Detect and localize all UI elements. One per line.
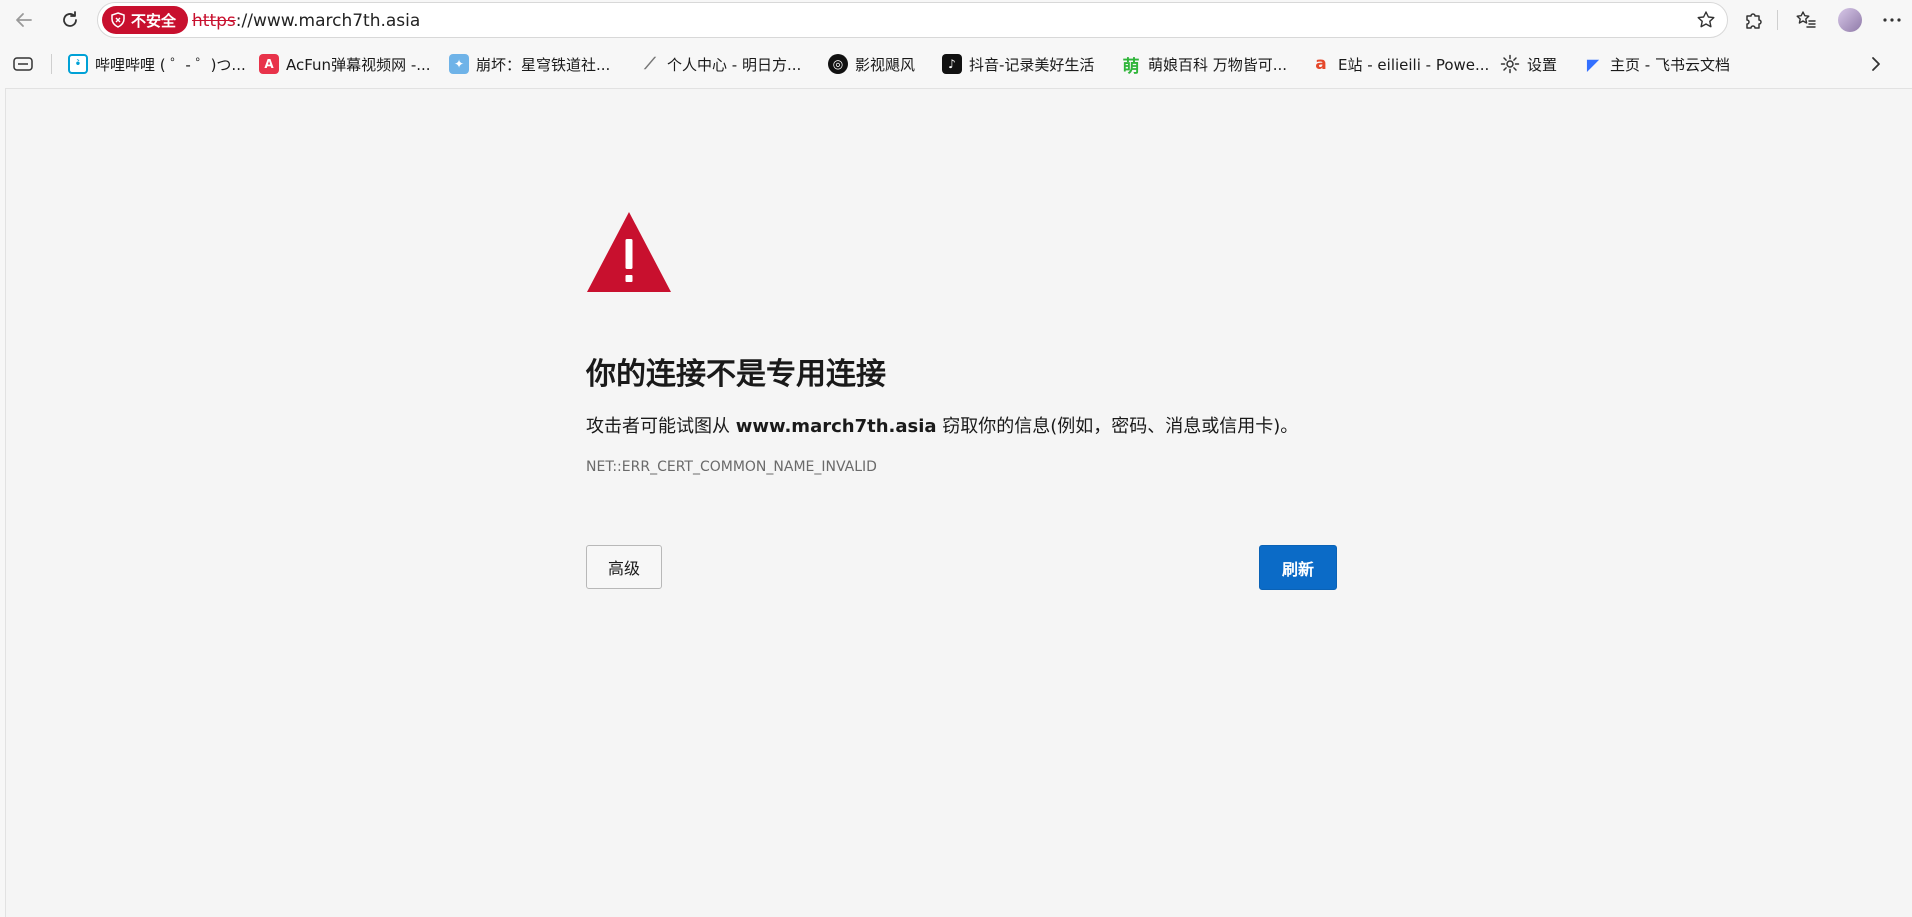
- gear-icon: [1500, 54, 1520, 74]
- error-code: NET::ERR_CERT_COMMON_NAME_INVALID: [586, 459, 877, 475]
- bookmark-settings[interactable]: 设置: [1500, 51, 1557, 77]
- desc-host: www.march7th.asia: [735, 416, 937, 437]
- avatar: [1838, 8, 1862, 32]
- extensions-button[interactable]: [1738, 5, 1770, 35]
- honkai-icon: ✦: [449, 54, 469, 74]
- acfun-icon: A: [259, 54, 279, 74]
- warning-triangle-icon: [587, 212, 671, 292]
- desc-prefix: 攻击者可能试图从: [586, 416, 736, 437]
- douyin-icon: ♪: [942, 54, 962, 74]
- star-icon: [1697, 11, 1715, 28]
- bookmark-label: 个人中心 - 明日方...: [667, 55, 802, 74]
- feishu-icon: ◤: [1586, 54, 1600, 74]
- bookmark-mediastorm[interactable]: ◎ 影视飓风: [828, 51, 915, 77]
- error-description: 攻击者可能试图从 www.march7th.asia 窃取你的信息(例如，密码、…: [586, 412, 1298, 438]
- bookmark-label: 影视飓风: [855, 55, 916, 74]
- bookmark-label: 萌娘百科 万物皆可...: [1148, 55, 1288, 74]
- toolbar-divider: [1777, 10, 1778, 30]
- shield-warning-icon: [111, 12, 125, 28]
- error-page: 你的连接不是专用连接 攻击者可能试图从 www.march7th.asia 窃取…: [5, 88, 1912, 917]
- mediastorm-icon: ◎: [828, 54, 848, 74]
- bookmark-label: E站 - eilieili - Powe...: [1338, 55, 1490, 74]
- bookmark-moegirl[interactable]: 萌 萌娘百科 万物皆可...: [1121, 51, 1288, 77]
- refresh-button[interactable]: 刷新: [1259, 545, 1337, 590]
- bilibili-icon: •̀: [68, 54, 88, 74]
- bookmarks-divider: [51, 54, 52, 74]
- reload-button[interactable]: [54, 5, 86, 35]
- bookmarks-bar: •̀ 哔哩哔哩 ( ゜- ゜)つ... A AcFun弹幕视频网 -... ✦ …: [0, 45, 1912, 83]
- bookmark-douyin[interactable]: ♪ 抖音-记录美好生活: [942, 51, 1094, 77]
- moegirl-icon: 萌: [1122, 56, 1140, 77]
- browser-toolbar: 不安全 https://www.march7th.asia: [0, 0, 1912, 40]
- back-arrow-icon: [16, 13, 32, 27]
- address-bar[interactable]: 不安全 https://www.march7th.asia: [97, 2, 1728, 38]
- favorites-button[interactable]: [1790, 5, 1822, 35]
- bookmark-label: 设置: [1527, 55, 1558, 74]
- url-host: ://www.march7th.asia: [235, 11, 421, 31]
- estation-icon: a: [1315, 54, 1327, 74]
- advanced-button[interactable]: 高级: [586, 545, 662, 589]
- url-scheme: https: [192, 11, 236, 31]
- bookmark-label: 哔哩哔哩 ( ゜- ゜)つ...: [95, 55, 246, 74]
- bookmark-acfun[interactable]: A AcFun弹幕视频网 -...: [259, 51, 431, 77]
- tab-actions-icon: [13, 57, 33, 71]
- profile-button[interactable]: [1834, 5, 1866, 35]
- bookmark-label: 抖音-记录美好生活: [969, 55, 1095, 74]
- bookmark-estation[interactable]: a E站 - eilieili - Powe...: [1311, 51, 1489, 77]
- bookmark-label: 崩坏：星穹铁道社...: [476, 55, 611, 74]
- bookmark-arknights[interactable]: ⟋ 个人中心 - 明日方...: [640, 51, 801, 77]
- url-text[interactable]: https://www.march7th.asia: [192, 11, 420, 31]
- chevron-right-icon: [1872, 57, 1880, 71]
- more-dots-icon: [1883, 18, 1901, 22]
- back-button[interactable]: [8, 5, 40, 35]
- bookmark-bilibili[interactable]: •̀ 哔哩哔哩 ( ゜- ゜)つ...: [68, 51, 246, 77]
- reload-icon: [63, 11, 77, 27]
- bookmarks-overflow-button[interactable]: [1866, 51, 1886, 77]
- bookmark-honkai[interactable]: ✦ 崩坏：星穹铁道社...: [449, 51, 610, 77]
- bookmark-feishu[interactable]: ◤ 主页 - 飞书云文档: [1583, 51, 1730, 77]
- page-title: 你的连接不是专用连接: [586, 357, 886, 392]
- not-secure-label: 不安全: [131, 11, 177, 30]
- favorites-list-icon: [1796, 11, 1816, 28]
- bookmark-label: AcFun弹幕视频网 -...: [286, 55, 431, 74]
- favorite-star-button[interactable]: [1693, 7, 1719, 33]
- more-menu-button[interactable]: [1876, 5, 1908, 35]
- arknights-icon: ⟋: [644, 54, 656, 73]
- bookmark-label: 主页 - 飞书云文档: [1610, 55, 1730, 74]
- not-secure-badge[interactable]: 不安全: [102, 6, 189, 34]
- tab-actions-button[interactable]: [12, 51, 34, 77]
- desc-suffix: 窃取你的信息(例如，密码、消息或信用卡)。: [936, 416, 1299, 437]
- puzzle-icon: [1746, 13, 1762, 29]
